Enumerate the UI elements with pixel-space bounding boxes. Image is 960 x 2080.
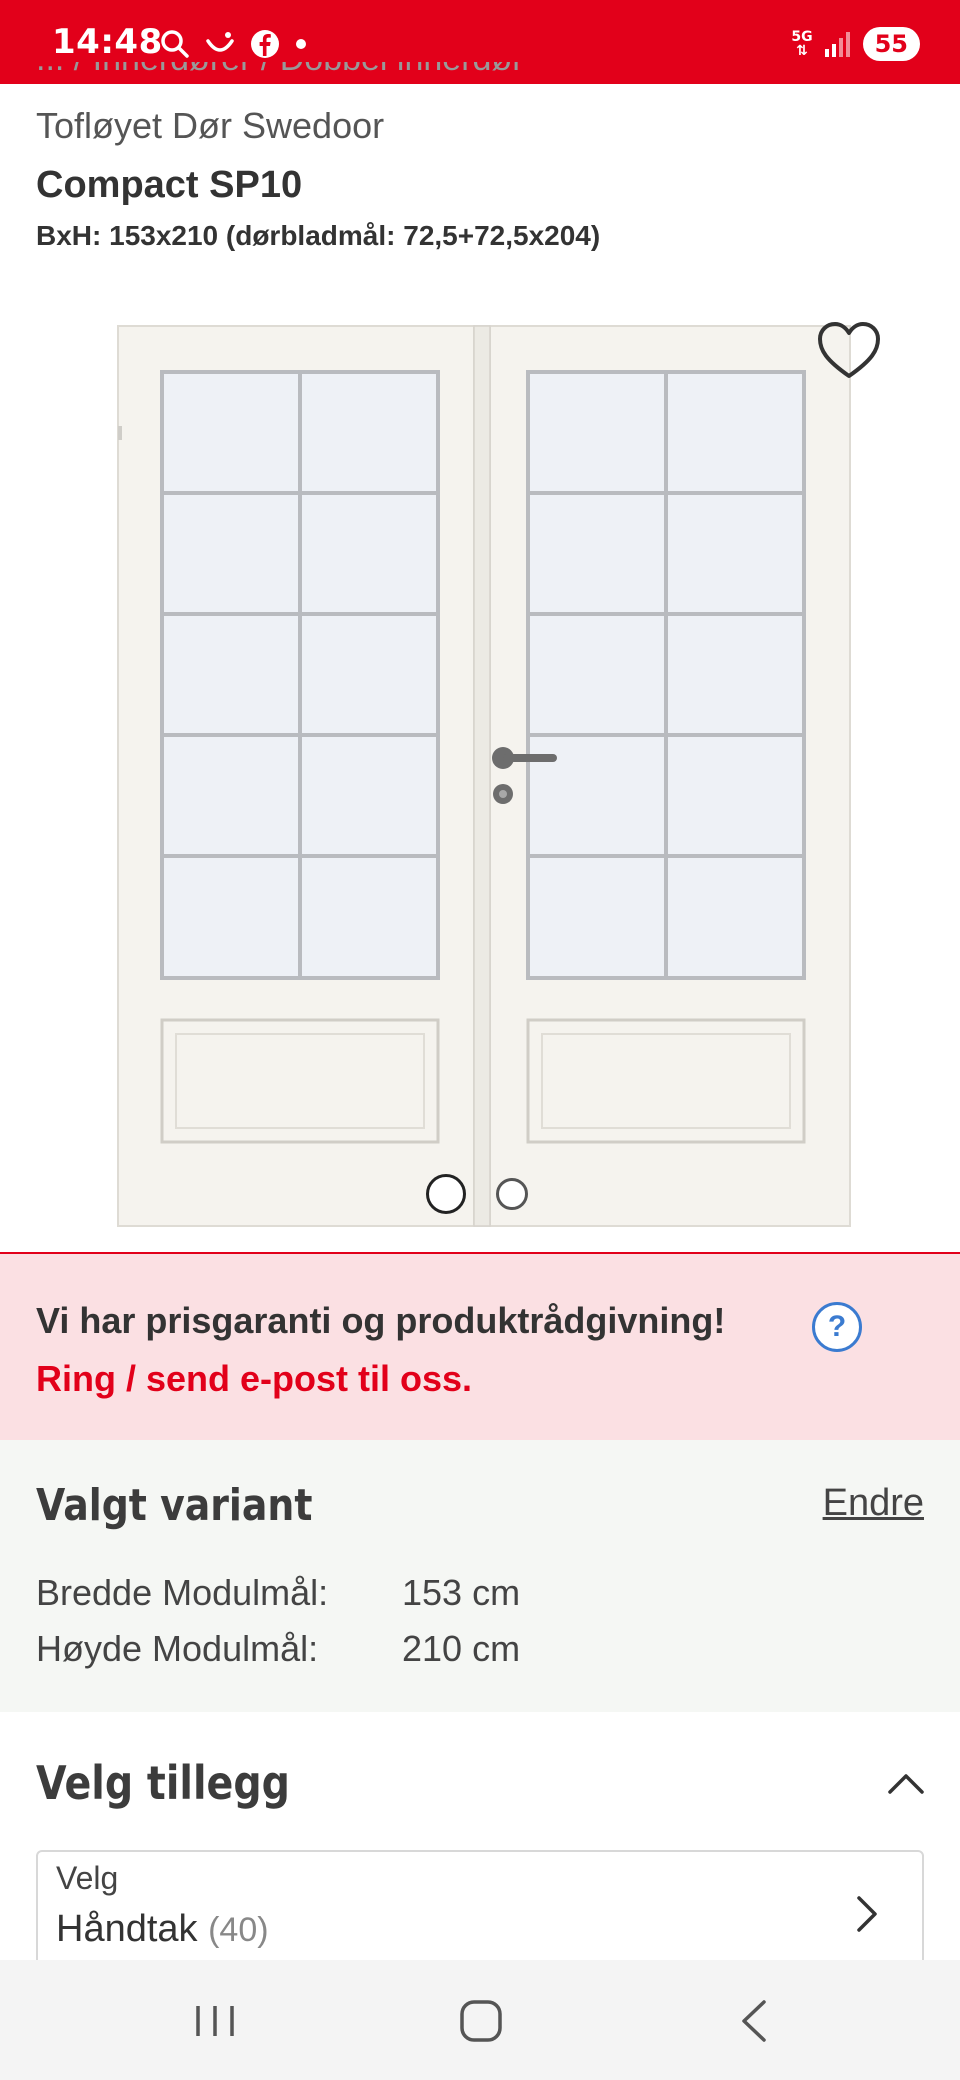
help-question-icon[interactable]: ? xyxy=(812,1302,862,1352)
favorite-heart-icon[interactable] xyxy=(816,320,882,382)
price-guarantee-banner: Vi har prisgaranti og produktrådgivning!… xyxy=(0,1252,960,1442)
left-glass-grid xyxy=(160,370,440,980)
status-icons-right: 5G ⇅ 55 xyxy=(791,24,920,64)
collapse-chevron-up-icon[interactable] xyxy=(886,1770,926,1796)
gallery-dot[interactable] xyxy=(496,1178,528,1210)
select-value: Håndtak (40) xyxy=(56,1908,269,1950)
variant-row-label: Høyde Modulmål: xyxy=(36,1628,319,1669)
banner-contact-link[interactable]: Ring / send e-post til oss. xyxy=(36,1358,472,1400)
gallery-dot-active[interactable] xyxy=(426,1174,466,1214)
back-icon[interactable] xyxy=(730,1998,780,2044)
status-icons-left xyxy=(160,24,308,64)
select-count: (40) xyxy=(208,1911,269,1949)
selected-variant-section: Valgt variant Endre Bredde Modulmål: 153 … xyxy=(0,1440,960,1712)
variant-title: Valgt variant xyxy=(36,1480,313,1531)
notification-dot-icon xyxy=(296,39,306,49)
recents-icon[interactable] xyxy=(190,1998,240,2044)
select-label: Velg xyxy=(56,1860,119,1896)
search-icon xyxy=(161,30,189,58)
signal-icon xyxy=(824,32,850,57)
network-indicator: 5G ⇅ xyxy=(791,29,813,59)
home-icon[interactable] xyxy=(456,1998,506,2044)
banner-headline: Vi har prisgaranti og produktrådgivning! xyxy=(36,1300,726,1341)
product-dimensions: BxH: 153x210 (dørbladmål: 72,5+72,5x204) xyxy=(36,220,601,251)
change-variant-link[interactable]: Endre xyxy=(823,1482,924,1525)
product-subtitle: Tofløyet Dør Swedoor xyxy=(36,105,385,146)
variant-row-value: 153 cm xyxy=(402,1572,521,1613)
variant-row-width: Bredde Modulmål: 153 cm xyxy=(36,1572,520,1614)
variant-row-label: Bredde Modulmål: xyxy=(36,1572,329,1613)
addons-title: Velg tillegg xyxy=(36,1756,290,1810)
smile-icon xyxy=(206,32,234,52)
breadcrumb[interactable]: ... / Innerdører / Dobbel innerdør xyxy=(36,62,524,84)
product-title: Compact SP10 xyxy=(36,164,303,206)
variant-row-value: 210 cm xyxy=(402,1628,521,1669)
gallery-pagination xyxy=(0,1174,960,1218)
right-glass-grid xyxy=(526,370,806,980)
facebook-icon xyxy=(251,30,279,58)
clock: 14:48 xyxy=(52,22,163,62)
variant-row-height: Høyde Modulmål: 210 cm xyxy=(36,1628,520,1670)
navigation-bar xyxy=(0,1960,960,2080)
product-image[interactable] xyxy=(0,300,960,1240)
chevron-right-icon xyxy=(857,1896,877,1932)
battery-indicator: 55 xyxy=(862,27,920,61)
